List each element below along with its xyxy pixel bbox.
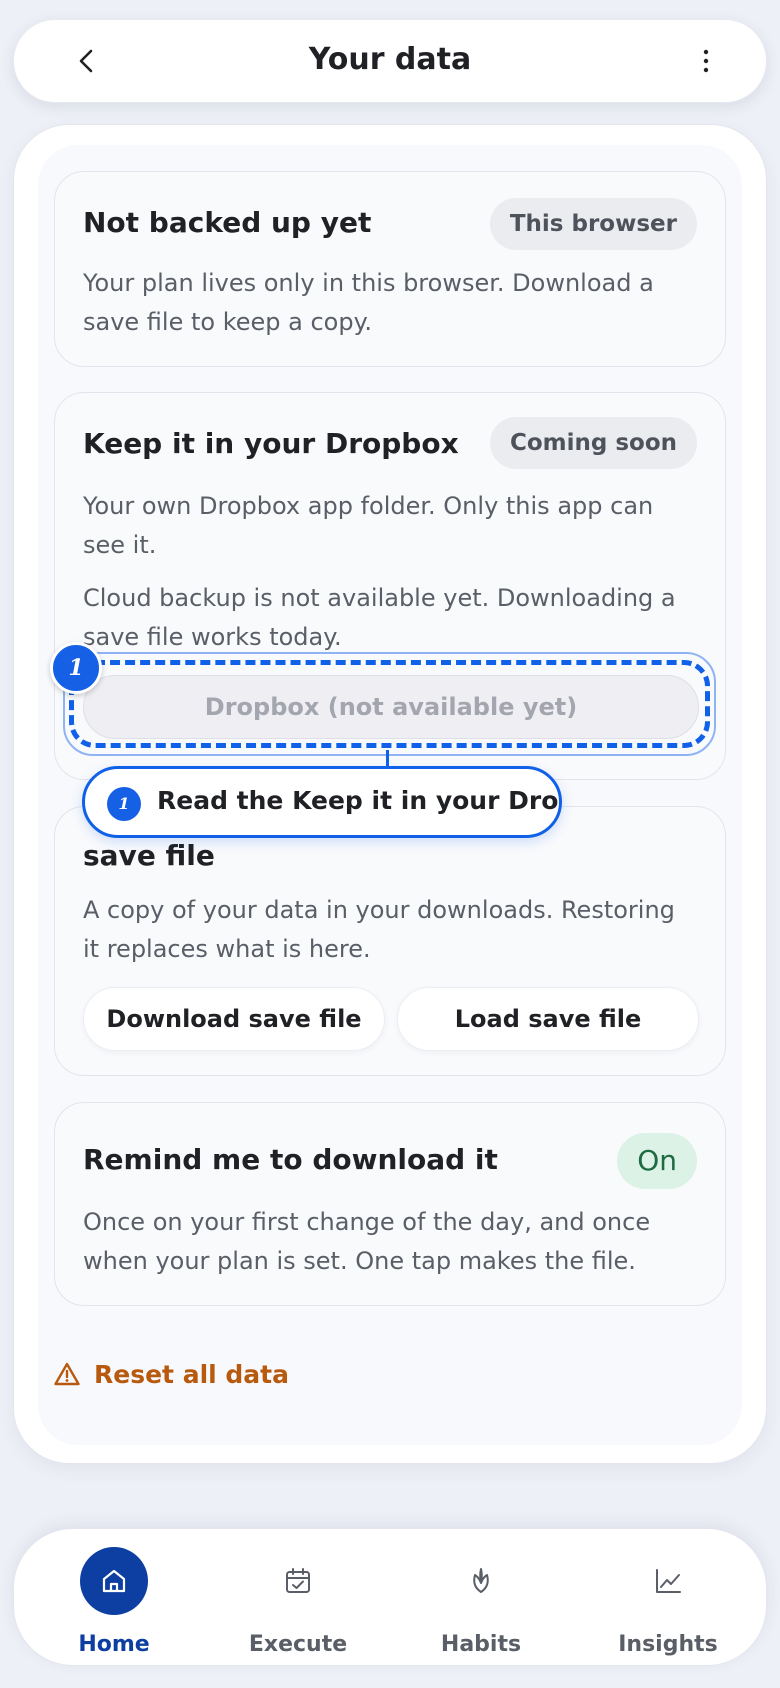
nav-label-habits: Habits: [440, 1632, 522, 1657]
save-file-text: A copy of your data in your downloads. R…: [83, 896, 675, 963]
nav-item-execute[interactable]: Execute: [223, 1529, 373, 1667]
tour-highlight-dashed: [69, 660, 710, 748]
home-icon: [80, 1547, 148, 1615]
tour-callout[interactable]: 1 Read the Keep it in your Dropbox: [82, 766, 562, 838]
save-file-title: save file: [83, 839, 215, 872]
dropbox-title: Keep it in your Dropbox: [83, 427, 459, 460]
top-app-bar: Your data: [13, 19, 767, 103]
coming-soon-badge: Coming soon: [489, 417, 697, 469]
reminder-text: Once on your first change of the day, an…: [83, 1208, 651, 1275]
reminder-toggle[interactable]: On: [617, 1133, 697, 1189]
save-file-card: save file A copy of your data in your do…: [54, 806, 726, 1076]
dropbox-description: Your own Dropbox app folder. Only this a…: [83, 492, 654, 559]
warning-icon: [54, 1362, 80, 1386]
chart-line-icon: [634, 1547, 702, 1615]
more-vertical-icon[interactable]: [696, 46, 716, 76]
reminder-card: Remind me to download it On Once on your…: [54, 1102, 726, 1306]
reset-all-data-link[interactable]: Reset all data: [54, 1356, 289, 1392]
page-title: Your data: [308, 42, 472, 77]
load-save-file-button[interactable]: Load save file: [397, 987, 699, 1051]
download-save-file-button[interactable]: Download save file: [83, 987, 385, 1051]
backup-status-title: Not backed up yet: [83, 206, 372, 239]
lotus-icon: [447, 1547, 515, 1615]
backup-status-card: Not backed up yet This browser Your plan…: [54, 171, 726, 367]
browser-badge: This browser: [489, 198, 697, 250]
nav-item-insights[interactable]: Insights: [593, 1529, 743, 1667]
nav-label-home: Home: [78, 1632, 150, 1657]
dropbox-availability-note: Cloud backup is not available yet. Downl…: [83, 584, 676, 651]
nav-label-insights: Insights: [618, 1632, 718, 1657]
tour-step-badge: 1: [50, 642, 102, 694]
nav-label-execute: Execute: [248, 1632, 348, 1657]
reset-all-data-label: Reset all data: [94, 1359, 289, 1389]
nav-item-habits[interactable]: Habits: [406, 1529, 556, 1667]
reminder-title: Remind me to download it: [83, 1143, 498, 1176]
tour-callout-text: Read the Keep it in your Dropbox: [157, 786, 559, 815]
tour-callout-step-badge: 1: [107, 787, 141, 821]
backup-status-text: Your plan lives only in this browser. Do…: [83, 269, 654, 336]
bottom-navigation: Home Execute Habits Insights: [13, 1528, 767, 1666]
calendar-check-icon: [264, 1547, 332, 1615]
nav-item-home[interactable]: Home: [39, 1529, 189, 1667]
